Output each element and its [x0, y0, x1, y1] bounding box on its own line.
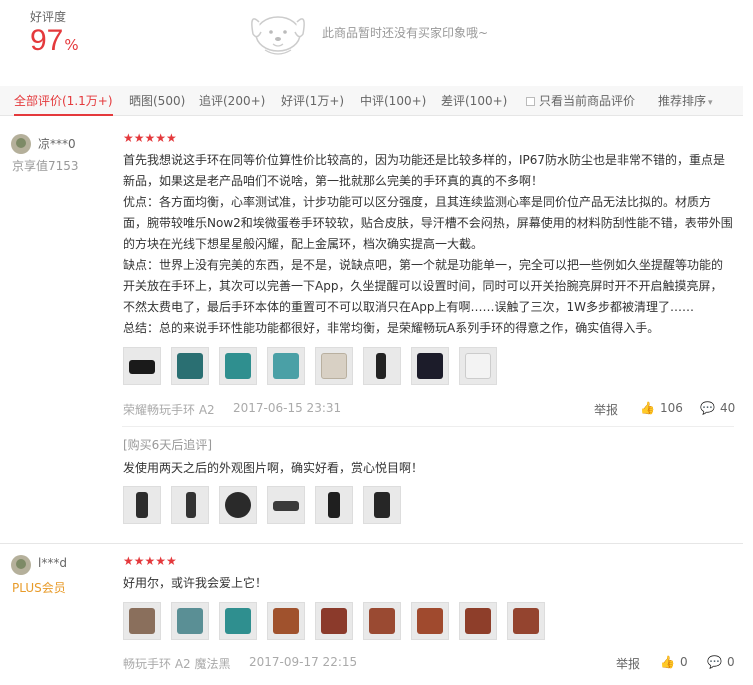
photo-thumbnail[interactable] [459, 602, 497, 640]
review-username: 凉***0 [38, 137, 76, 151]
checkbox-icon[interactable] [526, 97, 535, 106]
photo-thumbnail[interactable] [123, 486, 161, 524]
sort-dropdown[interactable]: 推荐排序 ▾ [658, 86, 713, 116]
photo-thumbnail[interactable] [267, 602, 305, 640]
report-link[interactable]: 举报 [616, 655, 640, 672]
photo-thumbnail[interactable] [315, 486, 353, 524]
comment-bubble-icon: 💬 [700, 401, 715, 415]
photo-thumbnail[interactable] [459, 347, 497, 385]
like-button[interactable]: 👍 106 [640, 401, 683, 415]
review-text: 首先我想说这手环在同等价位算性价比较高的，因为功能还是比较多样的，IP67防水防… [123, 150, 733, 339]
photo-thumbnail[interactable] [411, 602, 449, 640]
comment-count: 40 [719, 401, 736, 415]
filter-all[interactable]: 全部评价(1.1万+) [14, 86, 113, 116]
filter-photos[interactable]: 晒图(500) [129, 86, 185, 116]
star-rating: ★★★★★ [123, 131, 177, 145]
review-photos [123, 602, 553, 642]
review-photos [123, 347, 503, 387]
photo-thumbnail[interactable] [219, 347, 257, 385]
user-level-plus-badge: PLUS会员 [12, 581, 66, 595]
photo-thumbnail[interactable] [171, 602, 209, 640]
chevron-down-icon: ▾ [708, 98, 713, 108]
photo-thumbnail[interactable] [507, 602, 545, 640]
star-rating: ★★★★★ [123, 554, 177, 568]
review-paragraph: 首先我想说这手环在同等价位算性价比较高的，因为功能还是比较多样的，IP67防水防… [123, 153, 726, 188]
review-filter-bar: 全部评价(1.1万+) 晒图(500) 追评(200+) 好评(1万+) 中评(… [0, 86, 743, 116]
rating-number: 97 [30, 24, 64, 57]
comment-count: 0 [726, 655, 735, 669]
review-paragraph: 缺点：世界上没有完美的东西，是不是，说缺点吧，第一个就是功能单一，完全可以把一些… [123, 258, 724, 314]
review-separator [0, 543, 743, 544]
append-photos [123, 486, 413, 526]
review-username: l***d [38, 556, 67, 570]
photo-thumbnail[interactable] [315, 602, 353, 640]
report-link[interactable]: 举报 [594, 401, 618, 418]
photo-thumbnail[interactable] [267, 486, 305, 524]
comment-bubble-icon: 💬 [707, 655, 722, 669]
rating-value: 97% [30, 24, 79, 58]
photo-thumbnail[interactable] [315, 347, 353, 385]
photo-thumbnail[interactable] [219, 602, 257, 640]
user-level: 京享值7153 [12, 159, 79, 173]
comment-button[interactable]: 💬 40 [700, 401, 735, 415]
photo-thumbnail[interactable] [171, 486, 209, 524]
avatar[interactable] [11, 134, 31, 154]
photo-thumbnail[interactable] [411, 347, 449, 385]
filter-append[interactable]: 追评(200+) [199, 86, 265, 116]
photo-thumbnail[interactable] [123, 602, 161, 640]
review-text: 好用尔，或许我会爱上它！ [123, 576, 268, 590]
rating-label: 好评度 [30, 10, 67, 24]
photo-thumbnail[interactable] [363, 602, 401, 640]
append-review-text: 发使用两天之后的外观图片啊，确实好看，赏心悦目啊！ [123, 461, 424, 475]
append-divider [122, 426, 734, 427]
filter-positive[interactable]: 好评(1万+) [281, 86, 344, 116]
review-paragraph: 总结：总的来说手环性能功能都很好，非常均衡，是荣耀畅玩A系列手环的得意之作，确实… [123, 321, 660, 335]
review-date: 2017-09-17 22:15 [249, 655, 358, 669]
thumbs-up-icon: 👍 [640, 401, 655, 415]
avatar[interactable] [11, 555, 31, 575]
rating-header: 好评度 97% 此商品暂时还没有买家印象哦~ [0, 0, 753, 82]
product-variant: 畅玩手环 A2 魔法黑 [123, 657, 231, 671]
photo-thumbnail[interactable] [171, 347, 209, 385]
photo-thumbnail[interactable] [363, 486, 401, 524]
like-count: 106 [659, 401, 683, 415]
review-date: 2017-06-15 23:31 [233, 401, 342, 415]
like-count: 0 [679, 655, 688, 669]
comment-button[interactable]: 💬 0 [707, 655, 735, 669]
photo-thumbnail[interactable] [219, 486, 257, 524]
product-variant: 荣耀畅玩手环 A2 [123, 403, 215, 417]
photo-thumbnail[interactable] [123, 347, 161, 385]
like-button[interactable]: 👍 0 [660, 655, 688, 669]
filter-current-product-label: 只看当前商品评价 [539, 94, 636, 108]
filter-current-product[interactable]: 只看当前商品评价 [526, 86, 635, 116]
append-review-label: [购买6天后追评] [123, 438, 212, 452]
no-impression-text: 此商品暂时还没有买家印象哦~ [322, 26, 489, 40]
photo-thumbnail[interactable] [267, 347, 305, 385]
photo-thumbnail[interactable] [363, 347, 401, 385]
sort-label: 推荐排序 [658, 94, 707, 108]
filter-neutral[interactable]: 中评(100+) [360, 86, 426, 116]
review-paragraph: 优点：各方面均衡，心率测试准，计步功能可以区分强度，且其连续监测心率是同价位产品… [123, 195, 733, 251]
rating-unit: % [64, 36, 79, 54]
mascot-dog-icon [251, 16, 305, 55]
thumbs-up-icon: 👍 [660, 655, 675, 669]
filter-negative[interactable]: 差评(100+) [441, 86, 507, 116]
